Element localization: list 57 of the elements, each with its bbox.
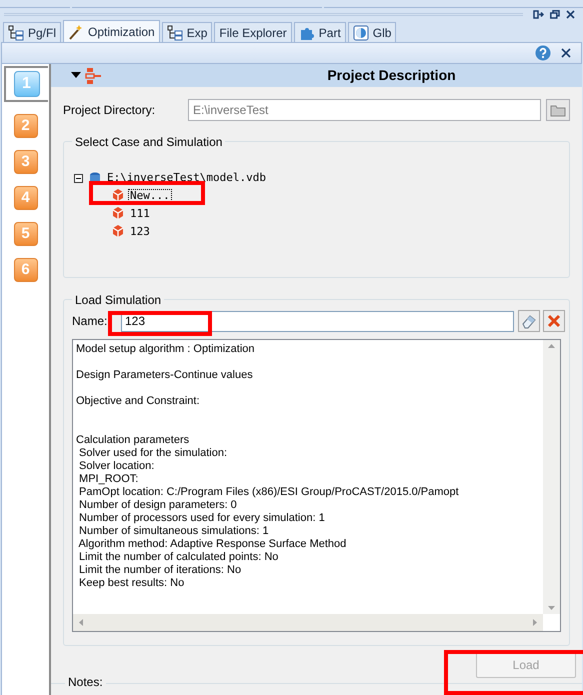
field-label: Project Directory: <box>63 102 156 119</box>
report-line: Solver location: <box>78 460 156 473</box>
report-line: Algorithm method: Adaptive Response Surface Method <box>77 538 348 551</box>
report-line: Limit the number of iterations: No <box>78 564 242 577</box>
browse-button[interactable] <box>546 99 570 121</box>
tree-item[interactable]: E:\inverseTest\model.vdb <box>107 170 266 186</box>
folder-icon <box>550 104 566 116</box>
report-line: Model setup algorithm : Optimization <box>76 343 256 356</box>
tab[interactable]: Pg/Fl <box>3 22 62 42</box>
restore-icon[interactable] <box>550 10 560 18</box>
name-input[interactable]: 123 <box>121 310 514 332</box>
flowchart-icon <box>84 68 102 84</box>
report-line: Number of processors used for every simulation: 1 <box>78 512 326 525</box>
report-area[interactable] <box>72 339 561 632</box>
cube-icon <box>111 206 125 220</box>
scroll-up-icon[interactable] <box>548 344 555 348</box>
report-line: Solver used for the simulation: <box>78 447 228 460</box>
eraser-icon <box>521 313 537 329</box>
report-line: Limit the number of calculated points: No <box>78 551 280 564</box>
report-line: MPI_ROOT: <box>78 473 140 486</box>
tab[interactable]: Glb <box>348 22 396 42</box>
report-line: Number of design parameters: 0 <box>78 499 238 512</box>
cube-icon <box>111 188 125 202</box>
edit-button[interactable] <box>518 310 540 332</box>
tab[interactable]: Optimization <box>63 20 160 42</box>
scroll-left-icon[interactable] <box>79 619 83 626</box>
directory-field[interactable]: E:\inverseTest <box>188 99 541 121</box>
report-line: Calculation parameters <box>76 434 190 447</box>
scroll-down-icon[interactable] <box>548 606 555 610</box>
delete-button[interactable] <box>543 310 565 332</box>
tab[interactable]: Exp <box>162 22 212 42</box>
cube-icon <box>111 224 125 238</box>
tree-item[interactable]: 111 <box>128 206 152 220</box>
report-line: Number of simultaneous simulations: 1 <box>78 525 270 538</box>
report-line: Keep best results: No <box>78 577 186 590</box>
tree-icon <box>166 24 183 40</box>
vertical-scrollbar[interactable] <box>543 340 560 614</box>
report-line: Design Parameters-Continue values <box>76 369 254 382</box>
collapse-icon[interactable] <box>74 174 83 182</box>
tab[interactable]: File Explorer <box>214 22 292 42</box>
field-label: Name: <box>71 313 108 330</box>
panel-title: Project Description <box>326 66 457 85</box>
tree-icon <box>8 24 24 40</box>
close-icon[interactable] <box>561 48 571 58</box>
report-line: Objective and Constraint: <box>76 395 201 408</box>
group-title: Notes: <box>65 675 106 689</box>
help-icon[interactable] <box>535 45 551 61</box>
wand-icon <box>68 24 84 40</box>
tab[interactable]: Part <box>294 22 346 42</box>
tree-item[interactable]: 123 <box>128 224 152 238</box>
horizontal-scrollbar[interactable] <box>73 614 543 631</box>
tree-item[interactable]: New... <box>128 188 172 202</box>
report-line: PamOpt location: C:/Program Files (x86)/ESI Group/ProCAST/2015.0/Pamopt <box>78 486 460 499</box>
close-icon[interactable] <box>566 10 575 18</box>
delete-icon <box>547 314 561 328</box>
dropdown-arrow-icon[interactable] <box>71 72 81 79</box>
scroll-right-icon[interactable] <box>533 619 537 626</box>
